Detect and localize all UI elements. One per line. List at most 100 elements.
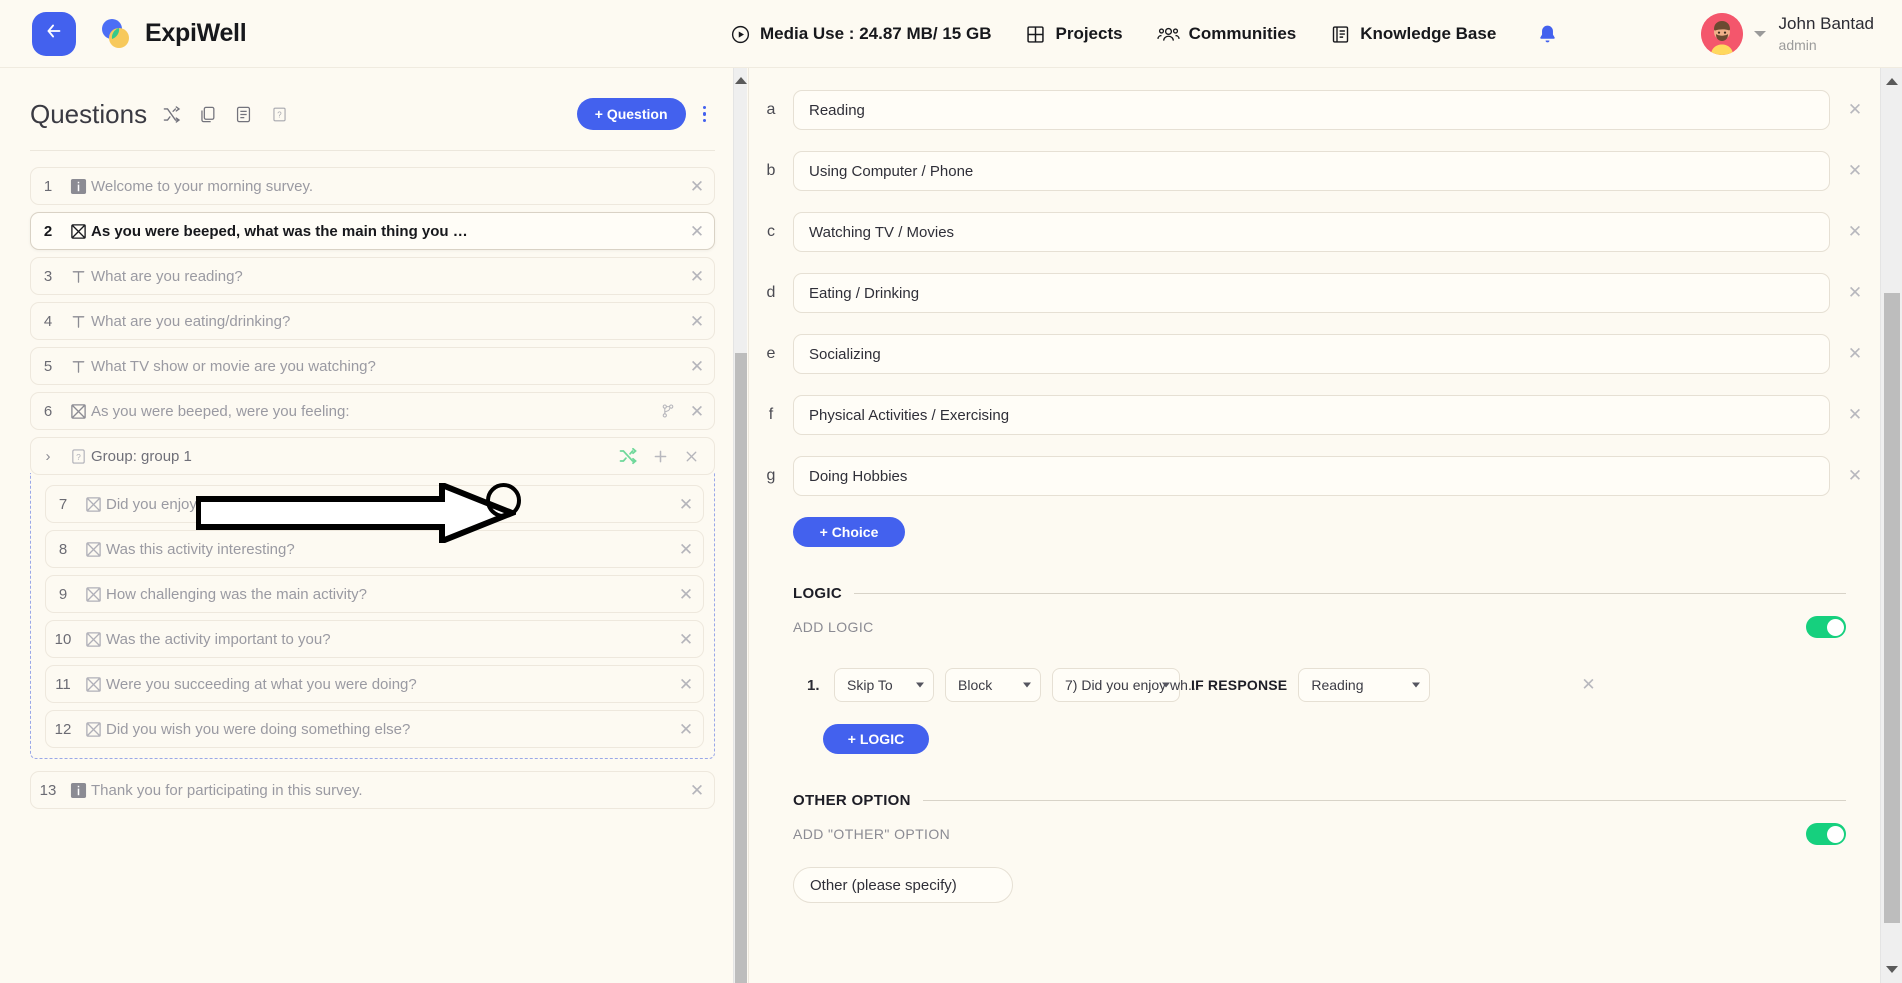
logic-section-title: LOGIC	[793, 585, 842, 602]
scroll-thumb[interactable]	[1884, 293, 1900, 923]
group-items: 7 Did you enjoy what you were doing? ✕ 8…	[30, 473, 715, 759]
choice-input-b[interactable]	[793, 151, 1830, 191]
question-row-11[interactable]: 11 Were you succeeding at what you were …	[45, 665, 704, 703]
back-arrow-icon	[43, 20, 65, 47]
close-icon[interactable]: ✕	[680, 178, 714, 195]
question-row-10[interactable]: 10 Was the activity important to you? ✕	[45, 620, 704, 658]
close-icon[interactable]: ✕	[680, 358, 714, 375]
close-icon[interactable]	[683, 448, 700, 465]
chevron-down-icon[interactable]	[1753, 31, 1766, 37]
question-row-5[interactable]: 5 What TV show or movie are you watching…	[30, 347, 715, 385]
question-row-13[interactable]: 13 Thank you for participating in this s…	[30, 771, 715, 809]
svg-text:?: ?	[277, 110, 282, 119]
close-icon[interactable]: ✕	[680, 268, 714, 285]
choice-input-e[interactable]	[793, 334, 1830, 374]
close-icon[interactable]: ✕	[1830, 283, 1880, 303]
scroll-thumb[interactable]	[735, 353, 747, 983]
logic-condition-value: Reading	[1311, 677, 1364, 693]
question-row-4[interactable]: 4 What are you eating/drinking? ✕	[30, 302, 715, 340]
question-row-6[interactable]: 6 As you were beeped, were you feeling: …	[30, 392, 715, 430]
nav-knowledge-base[interactable]: Knowledge Base	[1330, 24, 1496, 45]
add-question-button[interactable]: + Question	[576, 98, 686, 130]
question-row-2[interactable]: 2 As you were beeped, what was the main …	[30, 212, 715, 250]
remove-logic-rule-icon[interactable]: ✕	[1581, 675, 1595, 695]
question-row-1[interactable]: 1 Welcome to your morning survey. ✕	[30, 167, 715, 205]
close-icon[interactable]: ✕	[1830, 344, 1880, 364]
section-divider	[922, 800, 1846, 801]
add-logic-button[interactable]: + LOGIC	[823, 724, 929, 754]
group-shuffle-icon[interactable]	[618, 446, 638, 466]
question-row-3[interactable]: 3 What are you reading? ✕	[30, 257, 715, 295]
text-type-icon	[65, 268, 91, 285]
nav-communities[interactable]: Communities	[1156, 24, 1296, 45]
close-icon[interactable]: ✕	[669, 631, 703, 648]
scroll-up-arrow-icon[interactable]	[1885, 78, 1898, 85]
grid-icon	[1025, 24, 1046, 45]
notification-bell-icon[interactable]	[1536, 23, 1559, 46]
plus-icon[interactable]	[652, 448, 669, 465]
nav-media-use[interactable]: Media Use : 24.87 MB/ 15 GB	[730, 24, 991, 45]
close-icon[interactable]: ✕	[1830, 466, 1880, 486]
other-option-section-title: OTHER OPTION	[793, 792, 911, 809]
question-row-12[interactable]: 12 Did you wish you were doing something…	[45, 710, 704, 748]
questions-panel-header: Questions ? + Question	[0, 68, 745, 138]
logic-condition-select[interactable]: Reading	[1298, 668, 1431, 702]
choice-input-d[interactable]	[793, 273, 1830, 313]
choice-input-f[interactable]	[793, 395, 1830, 435]
close-icon[interactable]: ✕	[669, 496, 703, 513]
choice-row: d ✕	[749, 273, 1880, 313]
close-icon[interactable]: ✕	[680, 313, 714, 330]
info-type-icon	[65, 178, 91, 195]
logic-target-value: 7) Did you enjoy wh...	[1065, 677, 1200, 693]
back-button[interactable]	[32, 11, 76, 56]
right-panel-scrollbar[interactable]	[1880, 68, 1902, 983]
close-icon[interactable]: ✕	[669, 721, 703, 738]
close-icon[interactable]: ✕	[680, 403, 714, 420]
close-icon[interactable]: ✕	[669, 676, 703, 693]
choice-input-c[interactable]	[793, 212, 1830, 252]
other-option-input[interactable]	[793, 867, 1013, 903]
close-icon[interactable]: ✕	[1830, 405, 1880, 425]
choice-input-a[interactable]	[793, 90, 1830, 130]
add-choice-button[interactable]: + Choice	[793, 517, 905, 547]
close-icon[interactable]: ✕	[1830, 100, 1880, 120]
close-icon[interactable]: ✕	[1830, 222, 1880, 242]
close-icon[interactable]: ✕	[680, 782, 714, 799]
list-icon[interactable]	[234, 105, 253, 124]
copy-icon[interactable]	[198, 105, 217, 124]
question-text: Did you enjoy what you were doing?	[106, 495, 347, 513]
chevron-right-icon[interactable]: ›	[31, 448, 65, 465]
logic-action-select[interactable]: Skip To	[834, 668, 934, 702]
choice-type-icon	[80, 676, 106, 693]
group-header-row[interactable]: › ? Group: group 1	[30, 437, 715, 475]
scroll-down-arrow-icon[interactable]	[1885, 966, 1898, 973]
close-icon[interactable]: ✕	[669, 541, 703, 558]
left-panel-scrollbar[interactable]	[733, 68, 747, 983]
question-text: Welcome to your morning survey.	[91, 177, 314, 195]
logic-target-select[interactable]: 7) Did you enjoy wh...	[1052, 668, 1200, 702]
user-name: John Bantad	[1778, 14, 1874, 34]
nav-knowledge-base-label: Knowledge Base	[1360, 24, 1497, 43]
user-menu[interactable]: John Bantad admin	[1700, 0, 1874, 68]
scroll-up-arrow-icon[interactable]	[734, 77, 747, 84]
question-row-8[interactable]: 8 Was this activity interesting? ✕	[45, 530, 704, 568]
logic-target-type-value: Block	[958, 677, 993, 693]
main-navigation: Media Use : 24.87 MB/ 15 GB Projects Com…	[730, 0, 1559, 68]
choice-input-g[interactable]	[793, 456, 1830, 496]
add-logic-toggle[interactable]	[1806, 616, 1846, 638]
shuffle-icon[interactable]	[162, 105, 181, 124]
choice-letter: c	[767, 223, 775, 240]
question-row-9[interactable]: 9 How challenging was the main activity?…	[45, 575, 704, 613]
question-row-7[interactable]: 7 Did you enjoy what you were doing? ✕	[45, 485, 704, 523]
branch-logic-icon[interactable]	[660, 403, 676, 419]
brand[interactable]: ExpiWell	[98, 16, 247, 52]
nav-media-use-label: Media Use : 24.87 MB/ 15 GB	[760, 24, 992, 43]
nav-projects[interactable]: Projects	[1025, 24, 1123, 45]
add-other-option-toggle[interactable]	[1806, 823, 1846, 845]
help-icon[interactable]: ?	[270, 105, 289, 124]
close-icon[interactable]: ✕	[669, 586, 703, 603]
close-icon[interactable]: ✕	[680, 223, 714, 240]
more-options-icon[interactable]	[700, 102, 710, 127]
logic-target-type-select[interactable]: Block	[945, 668, 1041, 702]
close-icon[interactable]: ✕	[1830, 161, 1880, 181]
